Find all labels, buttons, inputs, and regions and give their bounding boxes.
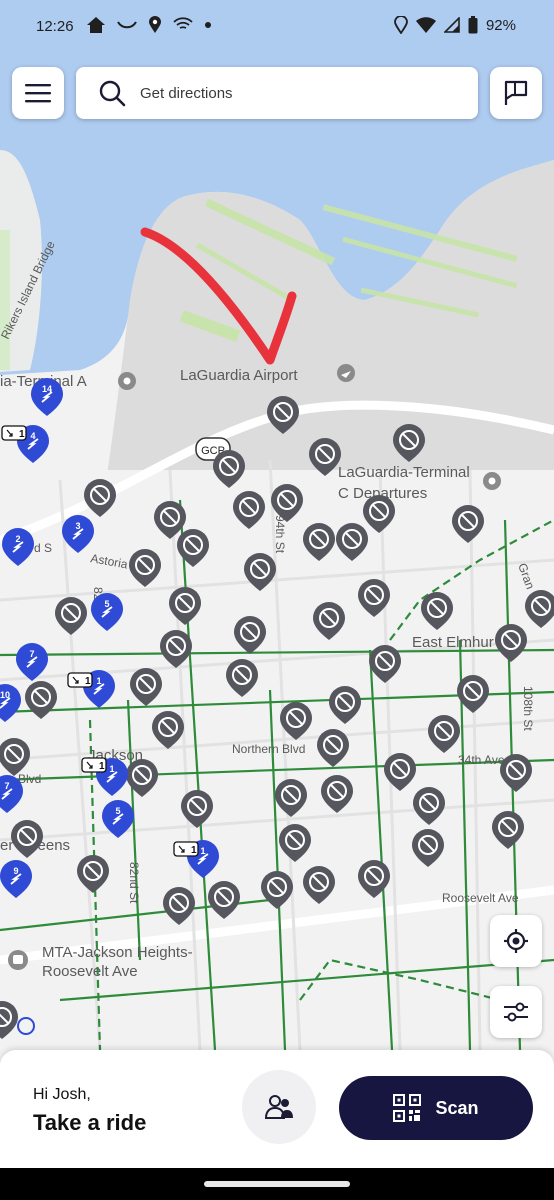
svg-text:1: 1	[200, 846, 205, 856]
greeting-text: Hi Josh,	[33, 1086, 91, 1103]
search-placeholder: Get directions	[140, 84, 233, 102]
map-label-northern-blvd: Northern Blvd	[232, 742, 305, 756]
bottom-sheet: Hi Josh, Take a ride Scan	[0, 1050, 554, 1168]
status-left-icons	[86, 16, 212, 34]
search-icon	[98, 79, 126, 107]
svg-text:9: 9	[13, 866, 18, 876]
map-label-east-elmhurst: East Elmhur	[412, 634, 494, 651]
map-label-roosevelt: Roosevelt Ave	[442, 891, 519, 905]
svg-text:1: 1	[19, 429, 25, 440]
map[interactable]: Rikers Island Bridge ia-Terminal A LaGua…	[0, 0, 554, 1200]
zone-badge: 1	[1, 425, 27, 441]
people-icon	[264, 1095, 293, 1119]
svg-text:7: 7	[4, 781, 9, 791]
location-pin-icon	[149, 16, 161, 33]
battery-percent: 92%	[485, 16, 516, 34]
battery-icon	[468, 16, 478, 34]
hamburger-menu-icon	[25, 84, 51, 103]
map-label-34th-ave: 34th Ave	[458, 753, 505, 767]
svg-text:1: 1	[191, 845, 197, 856]
svg-text:3: 3	[75, 521, 80, 531]
status-right-icons: 92%	[394, 16, 516, 34]
map-label-terminal-c-1: LaGuardia-Terminal	[338, 464, 470, 481]
map-label-82nd-st: 82nd St	[127, 862, 141, 904]
map-label-mta-2: Roosevelt Ave	[42, 963, 138, 980]
crosshair-icon	[504, 929, 528, 953]
flag-icon	[504, 80, 528, 105]
svg-text:2: 2	[15, 534, 20, 544]
map-label-108th-st: 108th St	[521, 686, 535, 731]
svg-text:1: 1	[85, 676, 91, 687]
svg-text:5: 5	[104, 599, 109, 609]
signal-icon	[443, 17, 460, 33]
svg-text:14: 14	[42, 384, 52, 394]
home-gesture-handle[interactable]	[204, 1181, 350, 1187]
map-label-airport: LaGuardia Airport	[180, 367, 298, 384]
zone-badge: 1	[173, 841, 199, 857]
take-ride-heading: Take a ride	[33, 1110, 147, 1135]
zone-badge: 1	[81, 757, 107, 773]
location-icon	[394, 16, 408, 34]
status-time: 12:26	[36, 18, 74, 35]
menu-button[interactable]	[12, 67, 64, 119]
zone-badge: 1	[67, 672, 93, 688]
filter-button[interactable]	[490, 986, 542, 1038]
svg-text:10: 10	[0, 690, 10, 700]
svg-text:5: 5	[115, 806, 120, 816]
map-label-astoria-s: d S	[34, 541, 52, 555]
svg-text:1: 1	[109, 764, 114, 774]
status-bar: 12:26 92%	[0, 0, 554, 56]
report-flag-button[interactable]	[490, 67, 542, 119]
dot-icon	[205, 22, 211, 28]
wifi-icon	[415, 17, 436, 33]
scan-button[interactable]: Scan	[339, 1076, 533, 1140]
recenter-location-button[interactable]	[490, 915, 542, 967]
qr-code-icon	[393, 1094, 422, 1122]
search-input[interactable]: Get directions	[76, 67, 478, 119]
svg-text:1: 1	[99, 761, 105, 772]
svg-text:4: 4	[30, 431, 35, 441]
svg-text:7: 7	[29, 649, 34, 659]
home-icon	[87, 17, 105, 33]
sliders-icon	[504, 1002, 528, 1022]
map-label-mta-1: MTA-Jackson Heights-	[42, 944, 193, 961]
smile-icon	[117, 21, 137, 29]
map-label-94th-st: 94th St	[273, 515, 287, 554]
map-label-blvd: Blvd	[18, 772, 41, 786]
svg-text:1: 1	[96, 676, 101, 686]
scan-label: Scan	[435, 1097, 479, 1118]
group-ride-button[interactable]	[242, 1070, 316, 1144]
wifi-calling-icon	[173, 17, 193, 29]
system-nav-bar	[0, 1168, 554, 1200]
